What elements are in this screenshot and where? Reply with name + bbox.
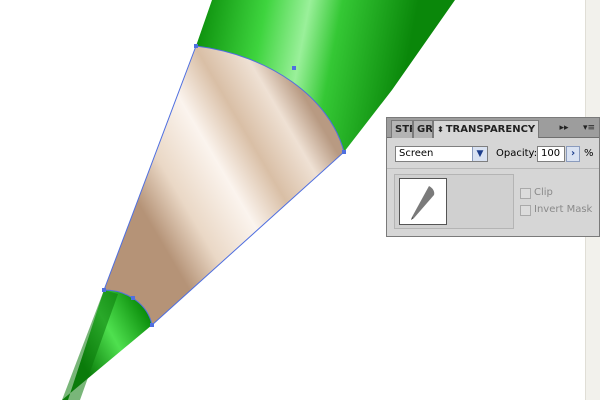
tab-label: TRANSPARENCY <box>445 124 536 135</box>
clip-checkbox[interactable] <box>520 188 531 199</box>
thumbnail-area <box>394 174 514 229</box>
opacity-input[interactable]: 100 <box>537 146 565 162</box>
panel-tab-bar: STR GRA ⬍TRANSPARENCY ▸▸ ▾≡ <box>387 118 599 138</box>
tab-label: STR <box>395 124 412 135</box>
sort-updown-icon: ⬍ <box>437 125 444 134</box>
invert-mask-checkbox[interactable] <box>520 205 531 216</box>
invert-mask-label: Invert Mask <box>534 204 593 215</box>
opacity-label: Opacity: <box>496 148 538 159</box>
opacity-value: 100 <box>541 148 561 159</box>
collapse-icon[interactable]: ▸▸ <box>557 122 571 134</box>
tab-label: GRA <box>417 124 433 135</box>
percent-sign: % <box>584 148 594 159</box>
cone-thumbnail-icon <box>411 186 435 220</box>
tab-transparency[interactable]: ⬍ TRANSPARENCY <box>433 120 539 138</box>
chevron-down-icon[interactable]: ▼ <box>472 147 487 161</box>
object-thumbnail[interactable] <box>399 178 447 225</box>
transparency-panel: STR GRA ⬍TRANSPARENCY ▸▸ ▾≡ Screen ▼ Opa… <box>386 117 600 237</box>
tab-stroke[interactable]: STR <box>391 120 413 138</box>
chevron-right-icon: › <box>570 148 576 159</box>
panel-menu-icon[interactable]: ▾≡ <box>581 122 597 134</box>
tab-gradient[interactable]: GRA <box>413 120 433 138</box>
blend-mode-select[interactable]: Screen ▼ <box>395 146 488 162</box>
clip-label: Clip <box>534 187 553 198</box>
divider <box>387 168 599 169</box>
opacity-stepper-button[interactable]: › <box>566 146 580 162</box>
blend-mode-value: Screen <box>399 148 434 159</box>
